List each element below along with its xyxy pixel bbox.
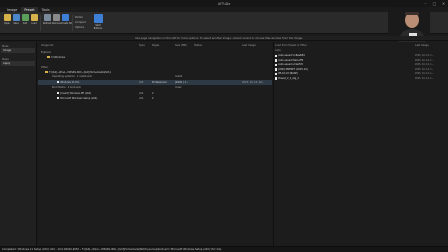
file-icon [57,80,60,84]
file-icon [275,68,278,71]
info-text: Use page navigation on the left for more… [135,36,303,40]
list-item[interactable]: Auto-saved UnRes684 2025, 10, 14, 1... [274,54,448,58]
info-bar: Use page navigation on the left for more… [0,36,448,41]
file-icon [275,77,278,80]
index-subheader: Index [175,86,182,89]
status-text: Completed: 'Windows 11 Setup (x64)' x64 … [2,248,222,252]
group-boot-media: Boot Media · 2 boot.wim [52,86,82,89]
list-item[interactable]: Auto-saved uCleVU8 2025, 10, 14, 1... [274,63,448,67]
preset-group-auto: Auto [275,49,281,52]
window-controls: – □ ✕ [423,1,446,6]
step-item-apply[interactable]: Apply [1,61,35,66]
list-item[interactable]: PE-10-V2 (BASE) 2025, 10, 14, 1... [274,72,448,76]
save-button[interactable]: Save [12,14,20,32]
app-title: AFTuDa [217,1,231,6]
table-row[interactable]: Microsoft Windows Setup (x64) x64 2 [38,96,272,101]
refresh-icon [43,14,51,21]
col-pages[interactable]: Pages [152,44,159,47]
add-icon [21,14,29,21]
folder-icon [45,70,48,74]
add-button[interactable]: Add [21,14,29,32]
table-row[interactable]: [Insert] Windows PE (x64) x64 2 [38,91,272,96]
preset-last-usage-header[interactable]: Last Usage [415,44,429,47]
remove-icon [52,14,60,21]
file-icon [275,63,278,67]
folder-icon [47,55,50,59]
ribbon-divider [40,15,41,31]
col-type[interactable]: Type [139,44,145,47]
table-row[interactable]: Windows 11 Pro x64 Professional [4640 ] … [38,80,272,85]
col-last-usage[interactable]: Last Usage [242,44,256,47]
size-subheader: Install [175,75,183,78]
file-icon [57,91,60,95]
start-button[interactable]: Start Buttons [92,14,104,32]
left-panel: Mode Image Steps Apply [0,42,37,246]
col-status[interactable]: Status [194,44,202,47]
compact-option[interactable]: Compact [75,21,86,24]
group-other[interactable]: Other [41,66,48,69]
file-icon [275,59,278,62]
file-icon [275,72,278,76]
ribbon-toolbar: Open Save Add Load Refresh Remove Create… [0,12,448,34]
close-icon[interactable]: ✕ [441,1,446,6]
list-item[interactable]: Auto-saved MacLoff3 2025, 10, 14, 1... [274,59,448,63]
preset-header[interactable]: Load from Preset or Fitter [275,44,307,47]
preset-panel: Load from Preset or Fitter Last Usage Au… [273,42,448,246]
table-row[interactable]: C:\Windows [38,55,272,60]
start-icon [93,14,103,23]
status-bar: Completed: 'Windows 11 Setup (x64)' x64 … [0,246,448,252]
partial-option[interactable]: Partial [75,16,83,19]
refresh-button[interactable]: Refresh [43,14,51,32]
group-operating-systems: Operating systems · 1 install.wim [52,75,93,78]
open-button[interactable]: Open [3,14,11,32]
load-button[interactable]: Load [30,14,38,32]
ribbon-divider [72,15,73,31]
remove-button[interactable]: Remove [52,14,61,32]
col-size[interactable]: Size (MB) [175,44,187,47]
title-bar: AFTuDa – □ ✕ [0,0,448,7]
maximize-icon[interactable]: □ [432,1,437,6]
list-item[interactable]: Preset_V_1_Alg_2 2025, 10, 14, 1... [274,77,448,81]
folder-open-icon [3,14,11,21]
file-icon [275,54,278,58]
image-list-panel: Image list Type Pages Size (MB) Status L… [38,42,272,246]
save-icon [12,14,20,21]
table-row[interactable]: F:\[G2]~WinA~VDISKS-ISO\~[G2]\Homemade\I… [38,70,272,75]
group-explorer[interactable]: Explorer [41,51,51,54]
create-iso-button[interactable]: Create ISO [61,14,73,32]
load-icon [30,14,38,21]
mode-item-image[interactable]: Image [1,48,35,53]
list-item[interactable]: [OSD] PRESET (2025-10) 2025, 10, 14, 1..… [274,68,448,72]
col-image-list[interactable]: Image list [41,44,53,47]
file-icon [57,96,60,100]
iso-icon [61,14,69,21]
options-button[interactable]: Options [75,26,84,29]
minimize-icon[interactable]: – [423,1,428,6]
